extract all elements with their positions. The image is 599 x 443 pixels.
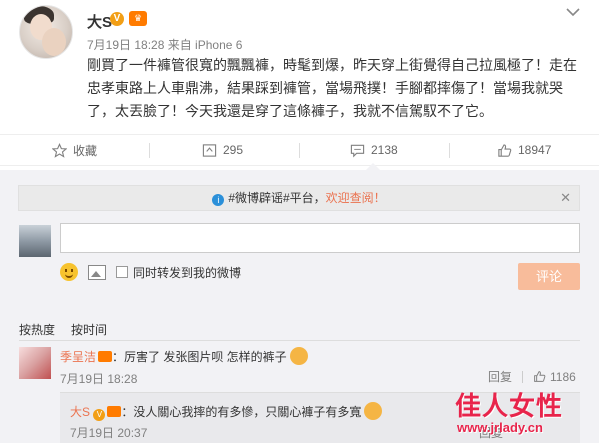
favorite-label: 收藏: [73, 143, 98, 158]
weibo-post-card: 大S V ♛ 7月19日 18:28 来自 iPhone 6 剛買了一件褲管很寬…: [0, 0, 599, 443]
rumor-notice-banner: i #微博辟谣#平台，欢迎查阅！ ✕: [18, 185, 580, 211]
reply-author[interactable]: 大S: [70, 405, 90, 419]
notice-link[interactable]: 欢迎查阅！: [326, 191, 386, 205]
comment-input[interactable]: [60, 223, 580, 253]
member-badge-icon: [107, 406, 122, 417]
comment-time: 7月19日 18:28: [60, 372, 138, 386]
member-badge-icon: ♛: [129, 11, 147, 26]
sync-repost-label[interactable]: 同时转发到我的微博: [133, 264, 241, 281]
chevron-down-icon[interactable]: [565, 6, 581, 18]
tab-sort-time[interactable]: 按时间: [71, 323, 107, 337]
post-meta: 7月19日 18:28 来自 iPhone 6: [87, 38, 243, 52]
emoticon-icon: [289, 347, 308, 365]
star-icon: [52, 142, 67, 158]
comment-like-button[interactable]: 1186: [533, 370, 576, 384]
info-icon: i: [212, 194, 225, 206]
comment-actions: 回复 1186: [488, 368, 576, 385]
comment-body: ：厉害了 发张图片呗 怎样的裤子: [112, 350, 287, 364]
close-icon[interactable]: ✕: [560, 186, 571, 210]
reply-body: ：没人關心我摔的有多慘，只關心褲子有多寬: [121, 405, 362, 419]
image-icon[interactable]: [88, 264, 106, 280]
watermark-url: www.jrlady.cn: [457, 420, 543, 435]
divider: [19, 340, 580, 341]
favorite-button[interactable]: 收藏: [52, 135, 97, 165]
reply-time: 7月19日 20:37: [70, 426, 148, 440]
thumbs-up-icon: [498, 143, 512, 157]
comment-count: 2138: [371, 143, 398, 157]
notice-text: #微博辟谣#平台，: [228, 191, 326, 205]
site-watermark: 佳人女性 www.jrlady.cn: [455, 386, 599, 443]
current-user-avatar: [19, 225, 51, 257]
comment-text: 季呈洁 ：厉害了 发张图片呗 怎样的裤子: [60, 347, 308, 365]
sync-repost-checkbox[interactable]: [116, 266, 128, 278]
comment-button[interactable]: 2138: [350, 135, 398, 165]
comment-panel-caret: [366, 163, 380, 170]
comment-like-count: 1186: [550, 369, 576, 384]
repost-icon: [202, 143, 217, 157]
comment-icon: [350, 144, 365, 157]
like-count: 18947: [518, 143, 552, 157]
comment-reply-button[interactable]: 回复: [488, 368, 512, 385]
watermark-title: 佳人女性: [455, 391, 564, 421]
submit-comment-button[interactable]: 评论: [518, 263, 580, 290]
post-content: 剛買了一件褲管很寬的飄飄褲，時髦到爆，昨天穿上街覺得自己拉風極了！走在忠孝東路上…: [87, 57, 577, 119]
sort-tabs: 按热度 按时间: [19, 321, 123, 338]
reply-text: 大S V ：没人關心我摔的有多慘，只關心褲子有多寬: [70, 402, 383, 421]
repost-button[interactable]: 295: [202, 135, 243, 165]
like-button[interactable]: 18947: [497, 135, 551, 165]
author-avatar[interactable]: [19, 5, 73, 59]
verified-badge-icon: V: [110, 12, 124, 26]
author-name[interactable]: 大S: [87, 11, 112, 32]
member-badge-icon: [98, 351, 113, 362]
emoji-icon[interactable]: [60, 263, 78, 281]
emoticon-icon: [364, 402, 383, 420]
composer-tools: 同时转发到我的微博: [60, 261, 241, 283]
commenter-name[interactable]: 季呈洁: [60, 350, 96, 364]
thumbs-up-icon: [534, 371, 546, 382]
commenter-avatar[interactable]: [19, 347, 51, 379]
action-bar: 收藏 295 2138 18947: [0, 134, 599, 166]
tab-sort-hot[interactable]: 按热度: [19, 323, 55, 337]
repost-count: 295: [223, 143, 244, 157]
verified-badge-icon: V: [93, 409, 106, 421]
